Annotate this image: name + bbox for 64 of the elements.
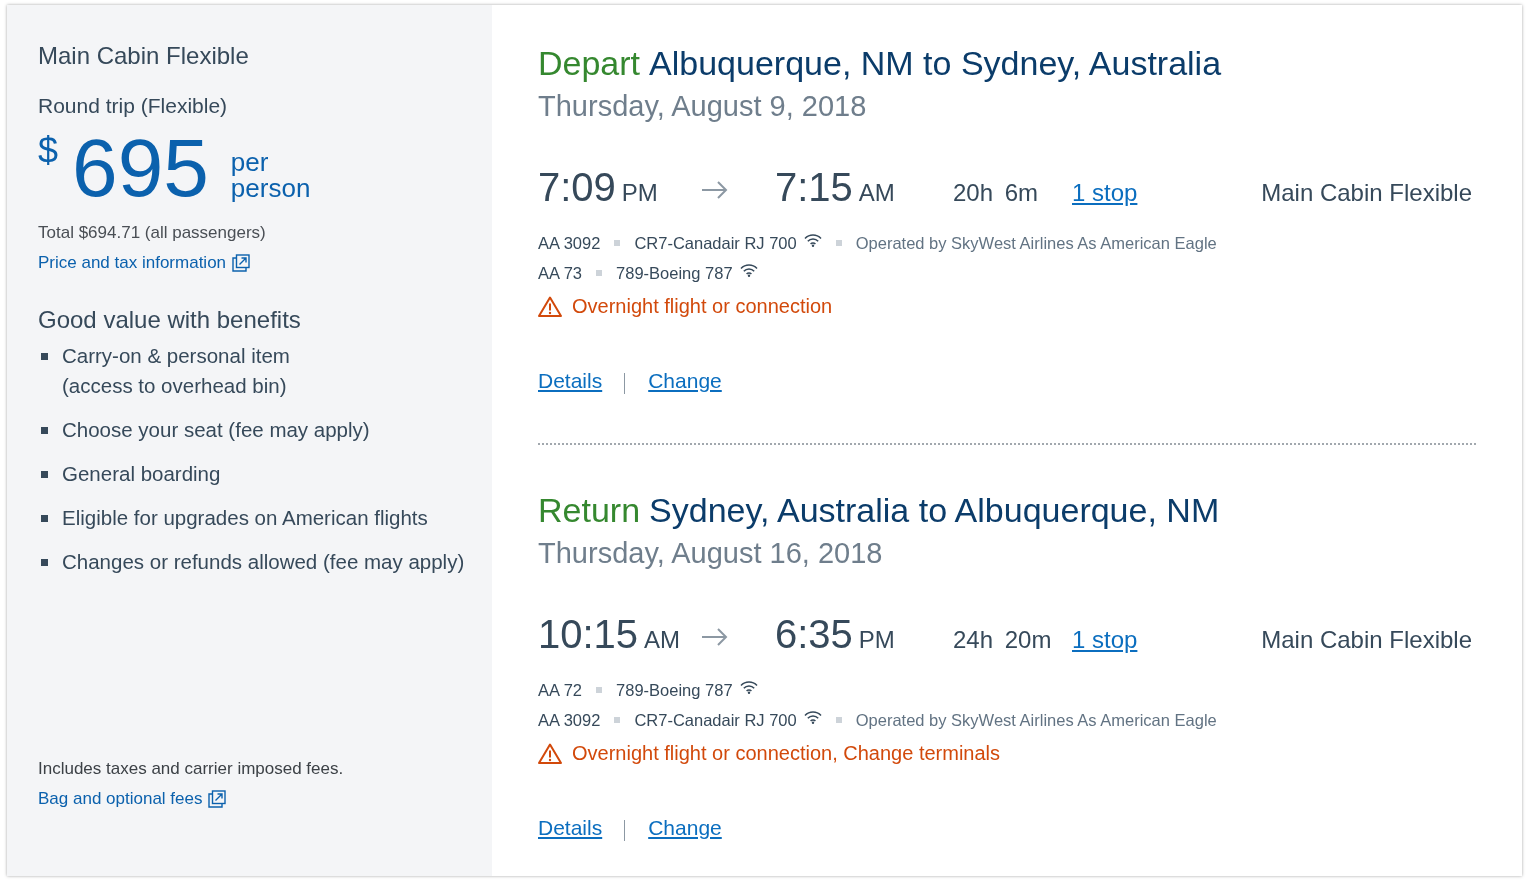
bullet-icon <box>41 515 48 522</box>
currency-symbol: $ <box>38 131 59 171</box>
flight-number: AA 72 <box>538 680 583 700</box>
price-amount: 695 <box>72 127 209 209</box>
action-link[interactable]: Details <box>538 369 603 393</box>
operator-text: Operated by SkyWest Airlines As American Eagle <box>855 233 1217 253</box>
cabin-class: Main Cabin Flexible <box>1261 179 1472 207</box>
benefit-text: Changes or refunds allowed (fee may apply) <box>62 549 465 575</box>
aircraft-type: CR7-Canadair RJ 700 <box>634 710 797 730</box>
fee-note: Includes taxes and carrier imposed fees. <box>38 758 345 780</box>
flight-date: Thursday, August 9, 2018 <box>538 89 868 124</box>
route-title: Sydney, Australia to Albuquerque, NM <box>649 490 1220 530</box>
flight-date: Thursday, August 16, 2018 <box>538 536 884 571</box>
flight-number: AA 73 <box>538 263 583 283</box>
flight-number: AA 3092 <box>538 710 601 730</box>
benefit-text: General boarding <box>62 461 221 487</box>
flight-duration: 24h 20m <box>953 626 1053 654</box>
benefit-text: Eligible for upgrades on American flights <box>62 505 428 531</box>
benefit-text: Choose your seat (fee may apply) <box>62 417 370 443</box>
aircraft-type: CR7-Canadair RJ 700 <box>634 233 797 253</box>
separator-icon <box>835 717 842 723</box>
arrow-icon <box>702 181 728 199</box>
separator-icon <box>596 687 603 693</box>
direction-label: Return <box>538 490 641 530</box>
arrival-time: 7:15 AM <box>775 164 896 211</box>
aircraft-type: 789-Boeing 787 <box>616 680 733 700</box>
price-tax-link[interactable]: Price and tax information <box>38 251 227 275</box>
benefit-text: Carry-on & personal item (access to overhead bin) <box>62 343 290 399</box>
separator-icon <box>835 240 842 246</box>
warning-icon <box>538 742 562 764</box>
warning-icon <box>538 295 562 317</box>
price-unit: per person <box>230 149 311 201</box>
action-link[interactable]: Change <box>648 816 722 840</box>
bullet-icon <box>41 559 48 566</box>
operator-text: Operated by SkyWest Airlines As American Eagle <box>855 710 1217 730</box>
external-link-icon[interactable] <box>232 254 251 272</box>
trip-type: Round trip (Flexible) <box>38 93 229 119</box>
stops-link[interactable]: 1 stop <box>1072 626 1138 653</box>
flight-duration: 20h 6m <box>953 179 1040 207</box>
separator-icon <box>614 240 621 246</box>
bullet-icon <box>41 471 48 478</box>
route-title: Albuquerque, NM to Sydney, Australia <box>649 43 1222 83</box>
departure-time: 10:15 AM <box>538 611 682 658</box>
flight-number: AA 3092 <box>538 233 601 253</box>
direction-label: Depart <box>538 43 641 83</box>
bag-fees-link[interactable]: Bag and optional fees <box>38 787 203 811</box>
action-link[interactable]: Change <box>648 369 722 393</box>
warning-text: Overnight flight or connection <box>572 294 833 318</box>
benefits-title: Good value with benefits <box>38 305 302 335</box>
bullet-icon <box>41 427 48 434</box>
separator-icon <box>614 717 621 723</box>
external-link-icon[interactable] <box>208 790 227 808</box>
arrow-icon <box>702 628 728 646</box>
arrival-time: 6:35 PM <box>775 611 896 658</box>
stops-link[interactable]: 1 stop <box>1072 179 1138 206</box>
departure-time: 7:09 PM <box>538 164 659 211</box>
total-price: Total $694.71 (all passengers) <box>38 222 267 244</box>
separator-icon <box>596 270 603 276</box>
bullet-icon <box>41 353 48 360</box>
cabin-class: Main Cabin Flexible <box>1261 626 1472 654</box>
warning-text: Overnight flight or connection, Change terminals <box>572 741 1000 765</box>
fare-title: Main Cabin Flexible <box>38 41 250 71</box>
action-link[interactable]: Details <box>538 816 603 840</box>
aircraft-type: 789-Boeing 787 <box>616 263 733 283</box>
